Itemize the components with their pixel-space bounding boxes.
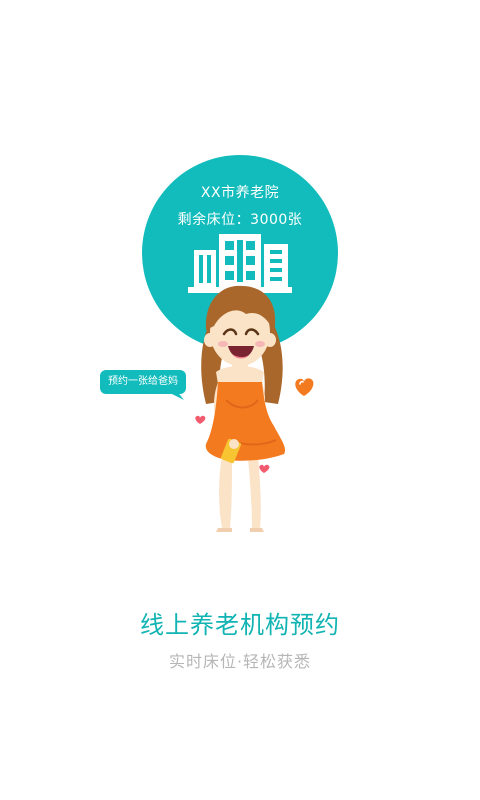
heart-icon: [295, 378, 314, 396]
heart-icon: [195, 415, 206, 424]
speech-bubble-text: 预约一张给爸妈: [108, 376, 178, 387]
remaining-beds-text: 剩余床位：3000张: [177, 212, 303, 228]
girl-character: [201, 285, 286, 532]
facility-name: XX市养老院: [200, 185, 280, 201]
onboarding-illustration: [100, 155, 338, 532]
onboarding-screen[interactable]: XX市养老院 剩余床位：3000张 预约一张给爸妈 线上养老机构预约 实时床位·…: [0, 0, 480, 800]
slogan-subtitle: 实时床位·轻松获悉: [168, 652, 312, 671]
slogan-title: 线上养老机构预约: [140, 611, 340, 639]
heart-icon: [259, 464, 270, 473]
